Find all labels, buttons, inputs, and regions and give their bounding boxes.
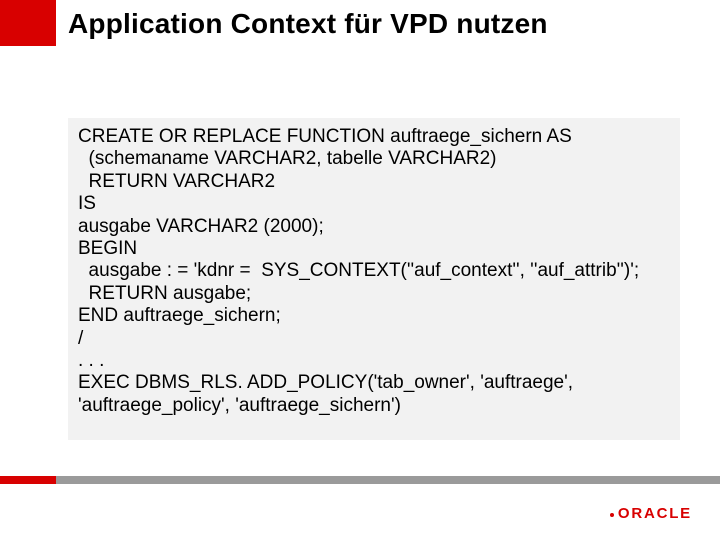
accent-block (0, 0, 56, 46)
code-line: EXEC DBMS_RLS. ADD_POLICY('tab_owner', '… (78, 372, 670, 394)
footer-stripe (0, 476, 720, 484)
code-line: BEGIN (78, 238, 670, 260)
code-line: CREATE OR REPLACE FUNCTION auftraege_sic… (78, 126, 670, 148)
slide: Application Context für VPD nutzen CREAT… (0, 0, 720, 540)
footer-stripe-accent (0, 476, 56, 484)
code-line: RETURN ausgabe; (78, 283, 670, 305)
footer-stripe-gray (56, 476, 720, 484)
code-line: 'auftraege_policy', 'auftraege_sichern') (78, 395, 670, 417)
code-line: (schemaname VARCHAR2, tabelle VARCHAR2) (78, 148, 670, 170)
oracle-logo-text: ORACLE (618, 505, 692, 522)
code-line: ausgabe : = 'kdnr = SYS_CONTEXT(''auf_co… (78, 260, 670, 282)
code-block: CREATE OR REPLACE FUNCTION auftraege_sic… (68, 118, 680, 440)
oracle-logo-dot-icon (610, 513, 614, 517)
code-line: . . . (78, 350, 670, 372)
code-line: / (78, 328, 670, 350)
code-line: RETURN VARCHAR2 (78, 171, 670, 193)
code-line: ausgabe VARCHAR2 (2000); (78, 216, 670, 238)
slide-title: Application Context für VPD nutzen (68, 8, 548, 40)
oracle-logo: ORACLE (610, 505, 692, 522)
code-line: END auftraege_sichern; (78, 305, 670, 327)
code-line: IS (78, 193, 670, 215)
